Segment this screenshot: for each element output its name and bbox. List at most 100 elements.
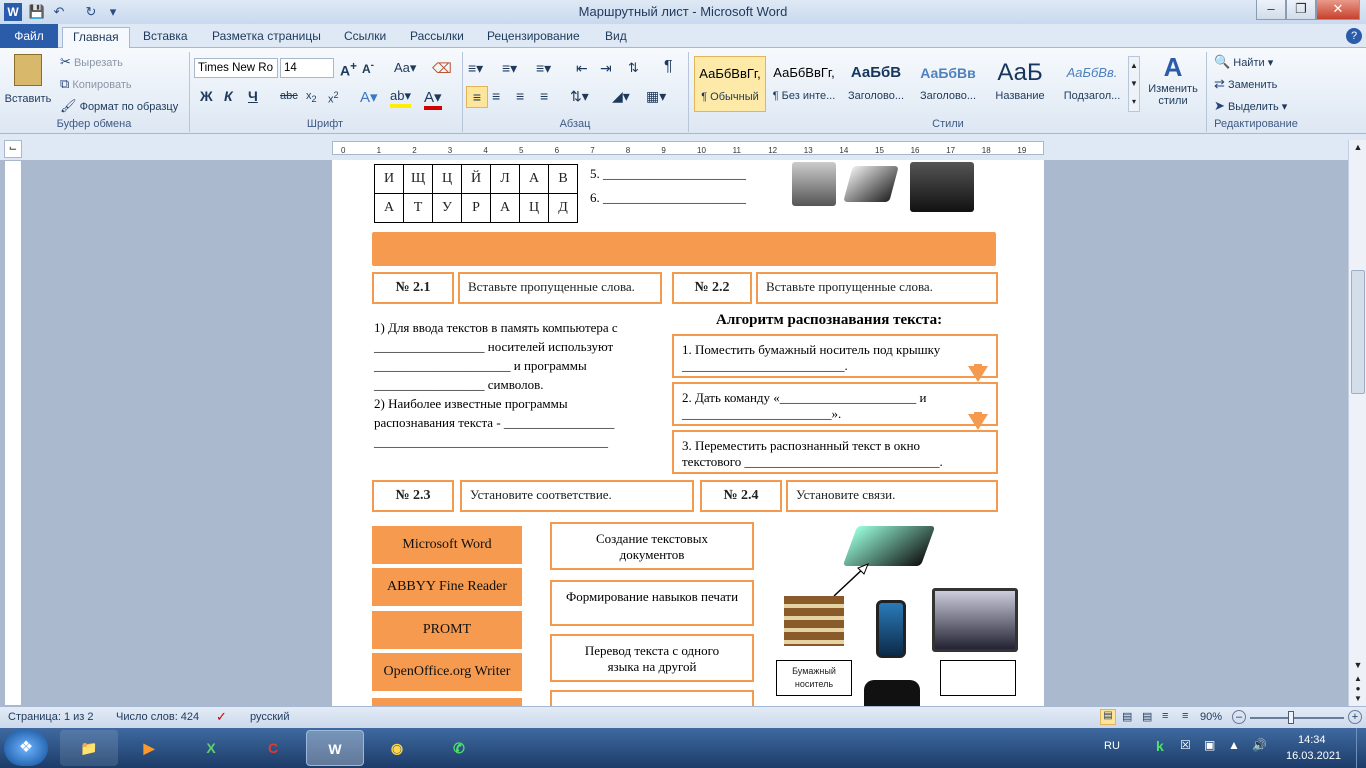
shrink-font-button[interactable]: A- [362,60,374,76]
style-heading-1[interactable]: АаБбВ Заголово... [840,56,912,112]
bullets-button[interactable]: ≡▾ [468,60,483,77]
phone-image [876,600,906,658]
next-page-icon[interactable]: ▼ [1351,694,1365,704]
taskbar-word-icon[interactable]: W [306,730,364,766]
tab-page-layout[interactable]: Разметка страницы [202,27,331,48]
format-painter-button[interactable]: 🖌 Формат по образцу [60,98,178,114]
tab-review[interactable]: Рецензирование [477,27,590,48]
scroll-up-arrow[interactable]: ▲ [1351,142,1365,156]
pilcrow-button[interactable]: ¶ [664,58,673,76]
minimize-button[interactable]: – [1256,0,1286,20]
vertical-ruler[interactable] [4,160,22,706]
font-color-button[interactable]: A▾ [424,88,442,110]
prev-page-icon[interactable]: ▲ [1351,674,1365,684]
zoom-in-button[interactable]: + [1348,710,1362,724]
taskbar-excel-icon[interactable]: X [182,730,240,766]
style-no-spacing[interactable]: АаБбВвГг, ¶ Без инте... [768,56,840,112]
taskbar-explorer-icon[interactable]: 📁 [60,730,118,766]
proofing-icon[interactable]: ✓ [216,709,227,725]
tray-kaspersky-icon[interactable]: k [1156,738,1164,754]
align-right-button[interactable]: ≡ [516,88,524,104]
ruler-tick-label: 17 [946,146,955,155]
zoom-slider-thumb[interactable] [1288,711,1294,724]
style-heading-2[interactable]: АаБбВв Заголово... [912,56,984,112]
multilevel-list-button[interactable]: ≡▾ [536,60,551,77]
tray-update-icon[interactable]: ▣ [1204,738,1215,752]
increase-indent-button[interactable]: ⇥ [600,60,612,77]
sort-button[interactable]: ⇅ [628,60,639,76]
maximize-button[interactable]: ❐ [1286,0,1316,20]
taskbar-whatsapp-icon[interactable]: ✆ [430,730,488,766]
tab-home[interactable]: Главная [62,27,130,48]
style-normal[interactable]: АаБбВвГг, ¶ Обычный [694,56,766,112]
font-size-field[interactable]: 14 [280,58,334,78]
clock-time[interactable]: 14:34 [1298,734,1326,746]
copy-button[interactable]: ⧉ Копировать [60,76,132,92]
underline-button[interactable]: Ч [248,88,258,104]
outline-view-icon[interactable]: ≡ [1162,710,1168,722]
ruler-toggle[interactable]: ⌙ [4,140,22,158]
taskbar-ccleaner-icon[interactable]: C [244,730,302,766]
close-button[interactable]: ✕ [1316,0,1360,20]
zoom-slider-track[interactable] [1250,717,1344,719]
zoom-level[interactable]: 90% [1200,711,1222,723]
style-subtitle[interactable]: АаБбВв. Подзагол... [1056,56,1128,112]
input-language[interactable]: RU [1104,740,1120,752]
help-icon[interactable]: ? [1346,28,1362,44]
subscript-button[interactable]: x2 [306,90,317,104]
tray-volume-icon[interactable]: 🔊 [1252,738,1267,752]
tray-network-blocked-icon[interactable]: ☒ [1180,738,1191,752]
full-screen-view-icon[interactable]: ▤ [1122,710,1132,723]
italic-button[interactable]: К [224,88,233,104]
align-left-button[interactable]: ≡ [466,86,488,108]
web-layout-view-icon[interactable]: ▤ [1142,710,1152,723]
print-layout-view-icon[interactable]: ▤ [1100,709,1116,725]
paste-button[interactable]: Вставить [4,52,52,114]
find-button[interactable]: 🔍 Найти ▾ [1214,54,1273,70]
style-title[interactable]: АаБ Название [984,56,1056,112]
line-spacing-button[interactable]: ⇅▾ [570,88,589,105]
change-styles-button[interactable]: A Изменить стили [1144,52,1202,116]
justify-button[interactable]: ≡ [540,88,548,104]
change-case-button[interactable]: Aa▾ [394,60,416,76]
shading-button[interactable]: ◢▾ [612,88,630,105]
align-center-button[interactable]: ≡ [492,88,500,104]
show-desktop-button[interactable] [1356,728,1366,768]
tab-view[interactable]: Вид [595,27,637,48]
start-button[interactable]: ❖ [4,730,48,766]
zoom-out-button[interactable]: – [1232,710,1246,724]
draft-view-icon[interactable]: ≡ [1182,710,1188,722]
decrease-indent-button[interactable]: ⇤ [576,60,588,77]
scroll-down-arrow[interactable]: ▼ [1351,660,1365,674]
browse-object-icon[interactable]: ● [1351,684,1365,694]
tab-file[interactable]: Файл [0,24,58,48]
font-name-field[interactable]: Times New Ro [194,58,278,78]
clear-format-button[interactable]: ⌫ [432,60,452,77]
language-indicator[interactable]: русский [250,711,289,723]
select-button[interactable]: ➤ Выделить ▾ [1214,98,1287,114]
numbering-button[interactable]: ≡▾ [502,60,517,77]
strikethrough-button[interactable]: abc [280,90,298,102]
grow-font-button[interactable]: A+ [340,60,357,79]
cut-button[interactable]: ✂ Вырезать [60,54,123,70]
tab-insert[interactable]: Вставка [133,27,198,48]
styles-scroll[interactable]: ▲ ▼ ▾ [1128,56,1140,112]
word-count[interactable]: Число слов: 424 [116,711,199,723]
document-page[interactable]: И Щ Ц Й Л А В А Т У Р А Ц Д 5. _________… [332,160,1044,706]
taskbar-media-player-icon[interactable]: ▶ [120,730,178,766]
clock-date[interactable]: 16.03.2021 [1286,750,1341,762]
tray-signal-icon[interactable]: ▲ [1228,738,1240,752]
bold-button[interactable]: Ж [200,88,213,104]
replace-button[interactable]: ⇄ Заменить [1214,76,1277,92]
superscript-button[interactable]: x2 [328,90,339,106]
taskbar-chrome-icon[interactable]: ◉ [368,730,426,766]
page-count[interactable]: Страница: 1 из 2 [8,711,94,723]
scroll-thumb[interactable] [1351,270,1365,394]
tab-mailings[interactable]: Рассылки [400,27,474,48]
highlight-button[interactable]: ab▾ [390,88,411,108]
borders-button[interactable]: ▦▾ [646,88,666,105]
vertical-scrollbar[interactable]: ▲ ▼ ▲ ● ▼ [1348,140,1366,706]
horizontal-ruler[interactable]: 0 1 2 3 4 5 6 7 8 9 10 11 12 13 14 15 16 17 18 19 [332,141,1044,155]
tab-references[interactable]: Ссылки [334,27,396,48]
text-effects-button[interactable]: A▾ [360,88,378,106]
